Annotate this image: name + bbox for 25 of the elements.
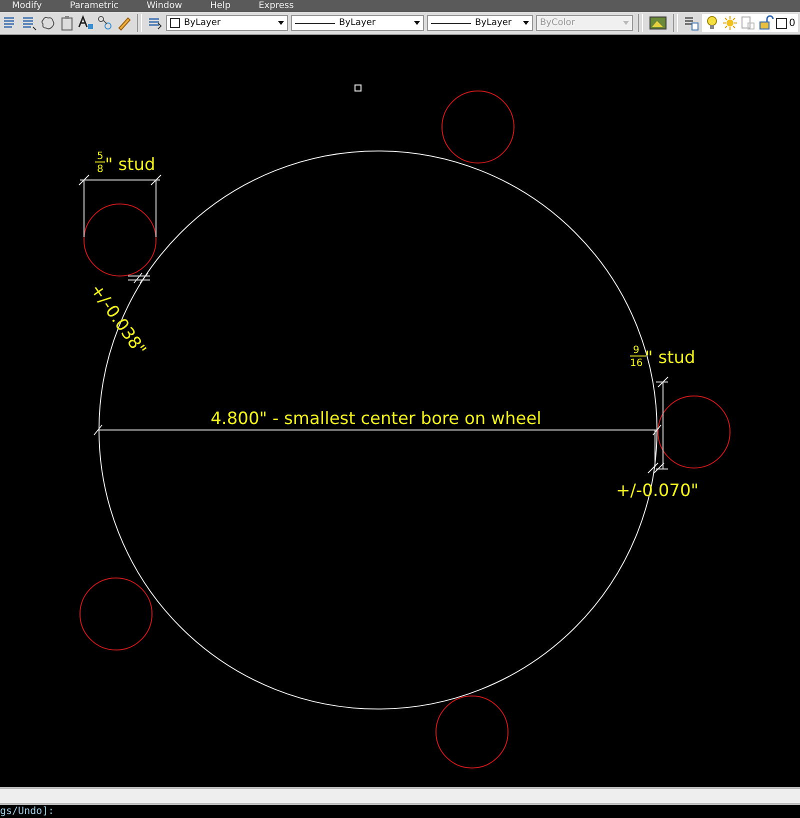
cloud-icon[interactable] — [40, 15, 56, 31]
text-style-icon[interactable] — [78, 15, 94, 31]
image-icon[interactable] — [648, 15, 668, 31]
pencil-icon[interactable] — [116, 15, 132, 31]
property-dropdown[interactable]: ByLayer — [427, 15, 533, 31]
tolerance-dimension — [128, 272, 150, 284]
layer-dropdown[interactable]: 0 — [702, 14, 798, 32]
pickbox-icon — [354, 84, 362, 92]
sun-icon — [722, 15, 738, 31]
layer-list-icon[interactable] — [21, 15, 37, 31]
menu-item[interactable]: Express — [258, 1, 294, 11]
scroll-bar[interactable] — [0, 787, 800, 805]
layer-name: 0 — [789, 18, 796, 28]
viewport-icon — [740, 15, 756, 31]
property-dropdown[interactable]: ByLayer — [166, 15, 288, 31]
command-prompt: gs/Undo]: — [0, 806, 54, 818]
menu-item[interactable]: Window — [146, 1, 182, 11]
layer-properties-icon[interactable] — [683, 15, 699, 31]
nodes-icon[interactable] — [97, 15, 113, 31]
menu-item[interactable]: Modify — [12, 1, 42, 11]
menu-item[interactable]: Parametric — [70, 1, 119, 11]
property-dropdown[interactable]: ByLayer — [291, 15, 424, 31]
clipboard-icon[interactable] — [59, 15, 75, 31]
dimension-label: 4.800" - smallest center bore on wheel — [210, 409, 542, 429]
menu-item[interactable]: Help — [210, 1, 231, 11]
